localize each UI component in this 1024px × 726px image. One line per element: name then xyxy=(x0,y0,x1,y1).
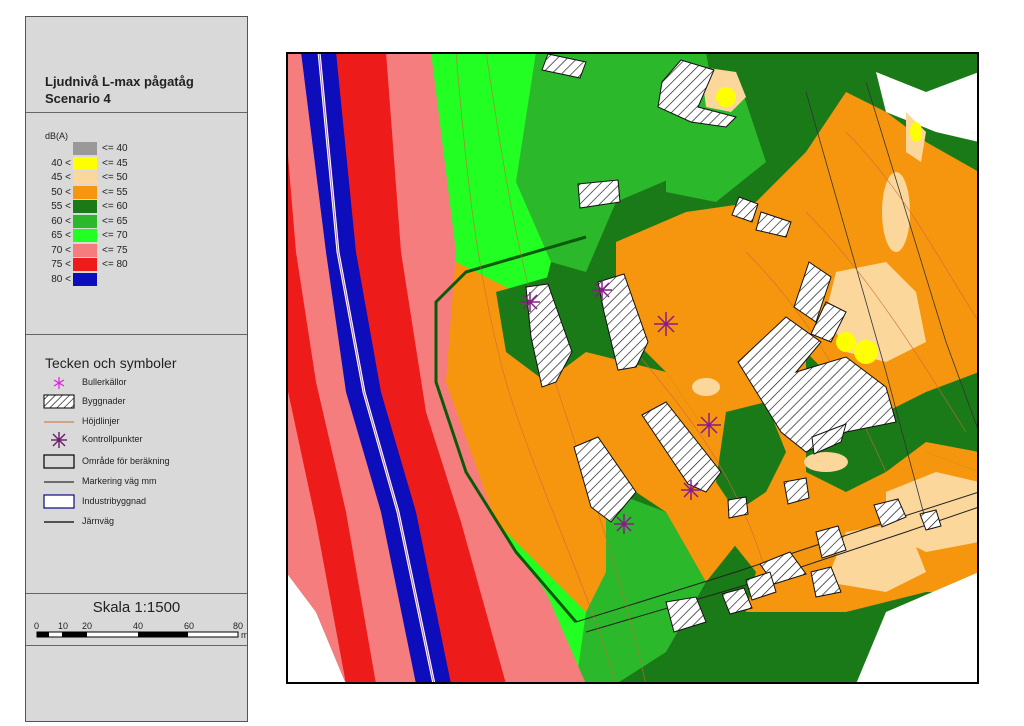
noise-class-row: 65 < <= 70 xyxy=(26,229,226,243)
noise-map-graphic xyxy=(286,52,979,684)
class-color-swatch xyxy=(73,272,97,286)
orange-line-icon xyxy=(44,421,74,423)
noise-class-row: 70 < <= 75 xyxy=(26,243,226,258)
scale-tick-label: 0 xyxy=(34,621,39,631)
class-upper-bound: <= 75 xyxy=(102,244,128,256)
black-line-icon xyxy=(44,521,74,523)
noise-class-row: 80 < xyxy=(26,272,226,287)
symbol-label: Bullerkällor xyxy=(82,377,127,387)
noise-class-row: 55 < <= 60 xyxy=(26,200,226,214)
control-point-marker xyxy=(592,280,612,300)
noise-class-row: 75 < <= 80 xyxy=(26,258,226,272)
class-color-swatch xyxy=(73,214,97,228)
legend-divider xyxy=(26,112,247,113)
symbol-byggnader: Byggnader xyxy=(43,393,243,411)
scale-tick-label: 60 xyxy=(184,621,194,631)
class-lower-bound: 40 < xyxy=(51,157,71,169)
symbol-label: Industribyggnad xyxy=(82,496,147,506)
scale-tick-label: 40 xyxy=(133,621,143,631)
class-upper-bound: <= 65 xyxy=(102,215,128,227)
class-lower-bound: 65 < xyxy=(51,230,71,241)
class-upper-bound: <= 80 xyxy=(102,259,128,270)
class-color-swatch xyxy=(73,156,97,170)
magenta-asterisk-icon xyxy=(53,377,65,389)
symbol-jarnvag: Järnväg xyxy=(43,513,243,531)
scale-tick-label: 10 xyxy=(58,621,68,631)
class-color-swatch xyxy=(73,171,97,184)
legend-title-line2: Scenario 4 xyxy=(45,91,111,106)
noise-class-row: <= 40 xyxy=(26,142,226,156)
class-lower-bound: 50 < xyxy=(51,186,71,198)
class-color-swatch xyxy=(73,185,97,199)
noise-class-row: 40 < <= 45 xyxy=(26,156,226,171)
outlined-box-icon xyxy=(43,454,75,469)
symbol-markering: Markering väg mm xyxy=(43,473,243,491)
scale-title: Skala 1:1500 xyxy=(92,599,181,616)
class-upper-bound: <= 50 xyxy=(102,172,128,183)
class-lower-bound: 70 < xyxy=(51,244,71,256)
noise-class-row: 50 < <= 55 xyxy=(26,185,226,200)
symbol-label: Järnväg xyxy=(82,516,115,526)
symbol-label: Höjdlinjer xyxy=(82,416,120,426)
scale-unit: m xyxy=(241,630,247,640)
symbol-label: Kontrollpunkter xyxy=(82,434,143,444)
class-color-swatch xyxy=(73,243,97,257)
class-upper-bound: <= 55 xyxy=(102,186,128,198)
scale-bar: 0 10 20 40 60 80 m xyxy=(34,621,247,640)
map-legend: Ljudnivå L-max pågatåg Scenario 4 dB(A) … xyxy=(25,16,248,722)
class-upper-bound: <= 60 xyxy=(102,201,128,212)
legend-title-line1: Ljudnivå L-max pågatåg xyxy=(45,74,194,89)
scale-tick-label: 20 xyxy=(82,621,92,631)
class-upper-bound: <= 70 xyxy=(102,230,128,241)
class-lower-bound: 60 < xyxy=(51,215,71,227)
symbols-title: Tecken och symboler xyxy=(45,355,177,371)
symbol-label: Område för beräkning xyxy=(82,456,170,466)
class-color-swatch xyxy=(73,200,97,213)
legend-divider xyxy=(26,593,247,594)
noise-class-row: 60 < <= 65 xyxy=(26,214,226,229)
symbol-industribyggnad: Industribyggnad xyxy=(43,493,243,511)
symbol-kontrollpunkter: Kontrollpunkter xyxy=(43,431,243,449)
control-point-marker xyxy=(614,514,634,534)
class-lower-bound: 75 < xyxy=(51,259,71,270)
class-lower-bound: 80 < xyxy=(51,273,71,285)
class-lower-bound: 55 < xyxy=(51,201,71,212)
noise-map xyxy=(286,52,979,684)
symbol-hojdlinjer: Höjdlinjer xyxy=(43,413,243,431)
hatched-box-icon xyxy=(43,394,75,409)
class-upper-bound: <= 45 xyxy=(102,157,128,169)
thin-line-icon xyxy=(44,481,74,483)
blue-outlined-box-icon xyxy=(43,494,75,509)
purple-asterisk-icon xyxy=(51,432,67,448)
class-upper-bound: <= 40 xyxy=(102,143,128,154)
symbol-omrade: Område för beräkning xyxy=(43,453,243,471)
class-lower-bound: 45 < xyxy=(51,172,71,183)
symbol-bullerkallor: Bullerkällor xyxy=(43,374,243,392)
class-color-swatch xyxy=(73,229,97,242)
legend-unit: dB(A) xyxy=(45,131,69,141)
noise-class-row: 45 < <= 50 xyxy=(26,171,226,185)
class-color-swatch xyxy=(73,142,97,155)
symbol-label: Markering väg mm xyxy=(82,476,157,486)
class-color-swatch xyxy=(73,258,97,271)
control-point-marker xyxy=(520,292,540,312)
legend-divider xyxy=(26,645,247,646)
legend-divider xyxy=(26,334,247,335)
legend-title: Ljudnivå L-max pågatåg Scenario 4 xyxy=(45,73,194,107)
control-point-marker xyxy=(681,480,701,500)
symbol-label: Byggnader xyxy=(82,396,126,406)
